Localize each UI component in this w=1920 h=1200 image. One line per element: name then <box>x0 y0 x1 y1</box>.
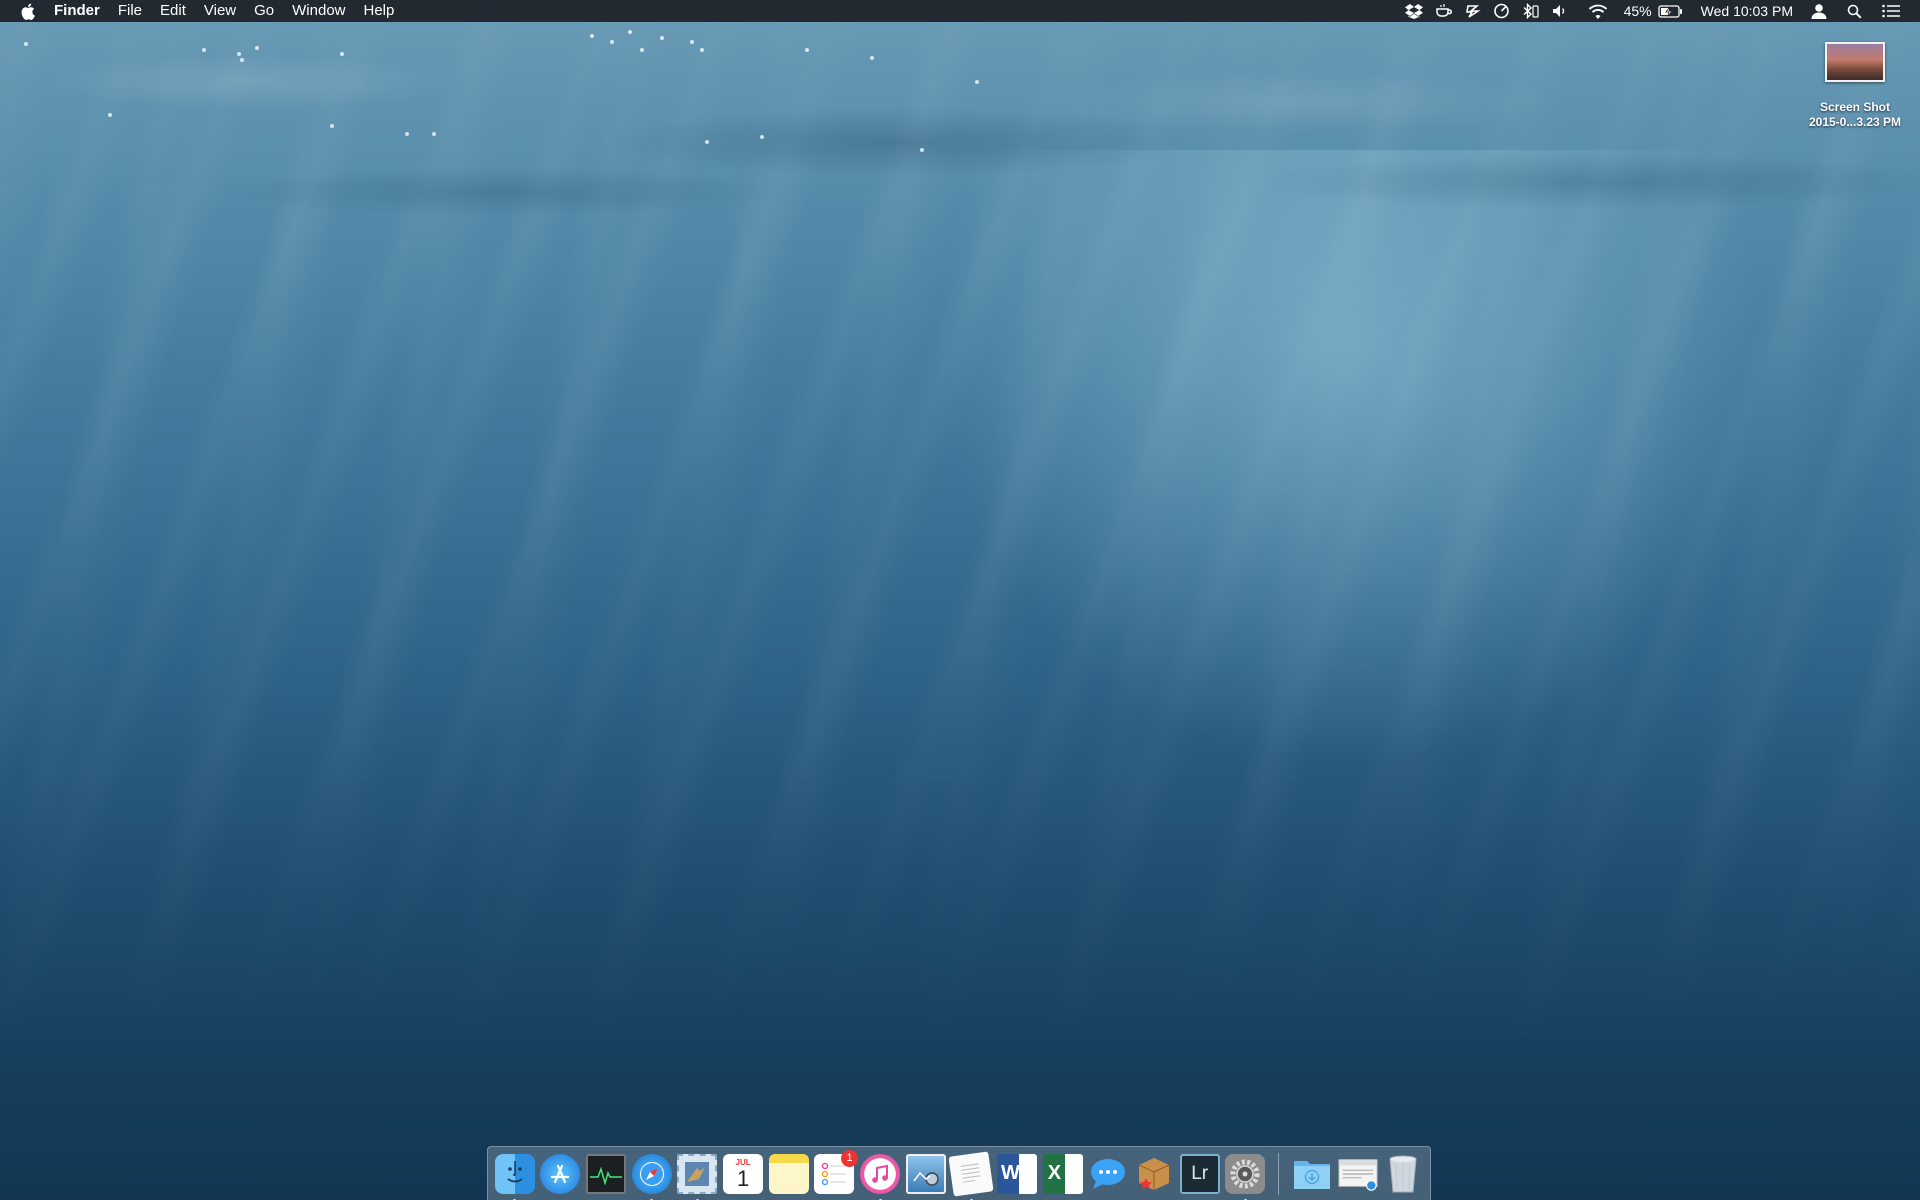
downloads-folder-icon <box>1292 1154 1332 1194</box>
wallpaper-bubble <box>255 46 259 50</box>
dock-microsoft-word[interactable]: W <box>995 1152 1038 1196</box>
wallpaper-bubble <box>705 140 709 144</box>
wallpaper-bubble <box>628 30 632 34</box>
dock-reminders[interactable]: 1 <box>813 1149 859 1196</box>
menu-edit[interactable]: Edit <box>151 0 195 22</box>
wallpaper-bubble <box>340 52 344 56</box>
calendar-day: 1 <box>736 1166 750 1191</box>
reminders-badge: 1 <box>841 1149 859 1167</box>
dock-finder[interactable] <box>493 1152 536 1200</box>
itunes-icon <box>860 1153 901 1194</box>
dock-notes[interactable] <box>767 1152 810 1196</box>
dock-trash[interactable] <box>1382 1152 1425 1196</box>
bluetooth-icon[interactable] <box>1522 0 1540 22</box>
wallpaper-bubble <box>590 34 594 38</box>
dock-safari[interactable] <box>630 1152 673 1200</box>
wallpaper-bubble <box>432 132 436 136</box>
wallpaper-bubble <box>108 113 112 117</box>
dock-app-store[interactable] <box>539 1152 582 1196</box>
dock-lightroom[interactable]: Lr <box>1178 1152 1221 1196</box>
wallpaper-bubble <box>202 48 206 52</box>
dock-calendar[interactable]: JUL 1 <box>721 1152 764 1196</box>
package-box-icon <box>1134 1154 1174 1194</box>
wallpaper-bubble <box>700 48 704 52</box>
desktop-file-label-line2: 2015-0...3.23 PM <box>1808 115 1902 129</box>
calendar-icon: JUL 1 <box>723 1153 764 1194</box>
trash-icon <box>1383 1154 1423 1194</box>
evernote-icon[interactable] <box>1465 0 1481 22</box>
excel-letter: X <box>1047 1162 1062 1184</box>
dock-preview[interactable] <box>904 1152 947 1196</box>
dropbox-icon[interactable] <box>1404 0 1423 22</box>
app-store-icon <box>540 1153 581 1194</box>
dock-activity-monitor[interactable] <box>585 1152 628 1196</box>
wifi-icon[interactable] <box>1588 0 1608 22</box>
wallpaper-bubble <box>805 48 809 52</box>
wallpaper-bubble <box>237 52 241 56</box>
dock: JUL 1 1 W X Lr <box>487 1146 1431 1200</box>
menu-app-finder[interactable]: Finder <box>54 0 109 22</box>
wallpaper-water-surface <box>0 22 1920 242</box>
wallpaper-bubble <box>24 42 28 46</box>
word-letter: W <box>1001 1162 1020 1184</box>
wallpaper-bubble <box>405 132 409 136</box>
safari-icon <box>631 1153 672 1194</box>
dock-system-preferences[interactable] <box>1224 1152 1267 1200</box>
spotlight-search-icon[interactable] <box>1847 0 1862 22</box>
dock-microsoft-excel[interactable]: X <box>1041 1152 1084 1196</box>
volume-icon[interactable] <box>1552 0 1568 22</box>
excel-icon: X <box>1042 1153 1083 1194</box>
lightroom-letters: Lr <box>1191 1162 1209 1184</box>
menu-go[interactable]: Go <box>245 0 283 22</box>
wallpaper-bubble <box>690 40 694 44</box>
dock-itunes[interactable] <box>858 1152 901 1200</box>
dock-documents-stack[interactable] <box>1336 1152 1379 1196</box>
documents-stack-icon <box>1338 1154 1378 1194</box>
wallpaper-bubble <box>975 80 979 84</box>
wallpaper-bubble <box>920 148 924 152</box>
wallpaper-bubble <box>330 124 334 128</box>
wallpaper-bubble <box>660 36 664 40</box>
dock-package-app[interactable] <box>1132 1152 1175 1196</box>
desktop: Finder File Edit View Go Window Help 45%… <box>0 0 1920 1200</box>
system-preferences-gear-icon <box>1225 1153 1266 1194</box>
desktop-file-screenshot[interactable]: Screen Shot 2015-0...3.23 PM <box>1800 42 1910 130</box>
activity-monitor-icon <box>586 1153 627 1194</box>
desktop-file-label: Screen Shot 2015-0...3.23 PM <box>1809 100 1901 130</box>
menu-file[interactable]: File <box>109 0 151 22</box>
user-icon[interactable] <box>1811 0 1827 22</box>
performance-icon[interactable] <box>1493 0 1510 22</box>
preview-icon <box>905 1153 946 1194</box>
apple-menu-icon[interactable] <box>18 2 36 20</box>
desktop-file-label-line1: Screen Shot <box>1819 100 1891 114</box>
battery-charging-icon[interactable] <box>1657 0 1683 22</box>
textedit-icon <box>948 1150 994 1197</box>
finder-icon <box>494 1153 535 1194</box>
messages-icon <box>1088 1154 1128 1194</box>
wallpaper-bubble <box>760 135 764 139</box>
wallpaper-glow <box>900 150 1800 800</box>
battery-percent: 45% <box>1623 3 1652 19</box>
wallpaper-bubble <box>640 48 644 52</box>
dock-separator <box>1278 1152 1280 1195</box>
wallpaper-bubble <box>240 58 244 62</box>
word-icon: W <box>997 1153 1038 1194</box>
lightroom-icon: Lr <box>1179 1153 1220 1194</box>
dock-mail[interactable] <box>676 1152 719 1200</box>
menu-window[interactable]: Window <box>283 0 354 22</box>
notes-icon <box>768 1153 809 1194</box>
notification-center-icon[interactable] <box>1882 0 1900 22</box>
dock-downloads-folder[interactable] <box>1290 1152 1333 1196</box>
menu-view[interactable]: View <box>195 0 245 22</box>
screenshot-thumbnail <box>1825 42 1885 82</box>
menu-help[interactable]: Help <box>355 0 404 22</box>
menu-clock[interactable]: Wed 10:03 PM <box>1701 3 1793 19</box>
menu-bar: Finder File Edit View Go Window Help 45%… <box>0 0 1920 22</box>
dock-textedit[interactable] <box>948 1150 994 1200</box>
dock-messages[interactable] <box>1087 1152 1130 1196</box>
wallpaper-bubble <box>870 56 874 60</box>
wallpaper-bubble <box>610 40 614 44</box>
coffee-icon[interactable] <box>1435 0 1453 22</box>
mail-stamp-icon <box>677 1153 718 1194</box>
